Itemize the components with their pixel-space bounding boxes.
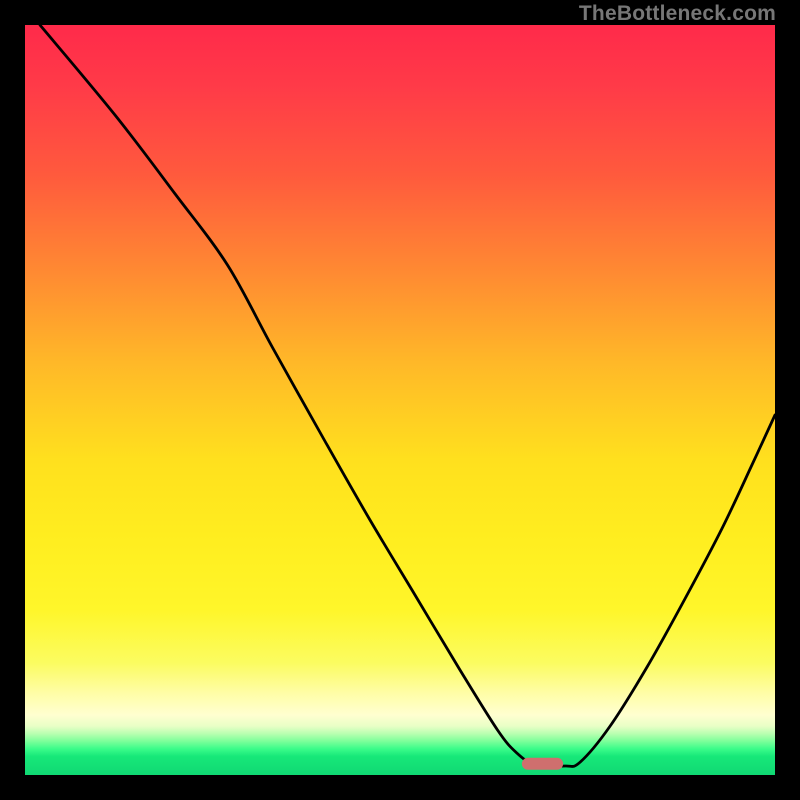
plot-area: [25, 25, 775, 775]
watermark-text: TheBottleneck.com: [579, 2, 776, 26]
chart-container: TheBottleneck.com: [0, 0, 800, 800]
curve-line: [40, 25, 775, 766]
bottleneck-marker: [522, 758, 563, 770]
chart-svg: [25, 25, 775, 775]
